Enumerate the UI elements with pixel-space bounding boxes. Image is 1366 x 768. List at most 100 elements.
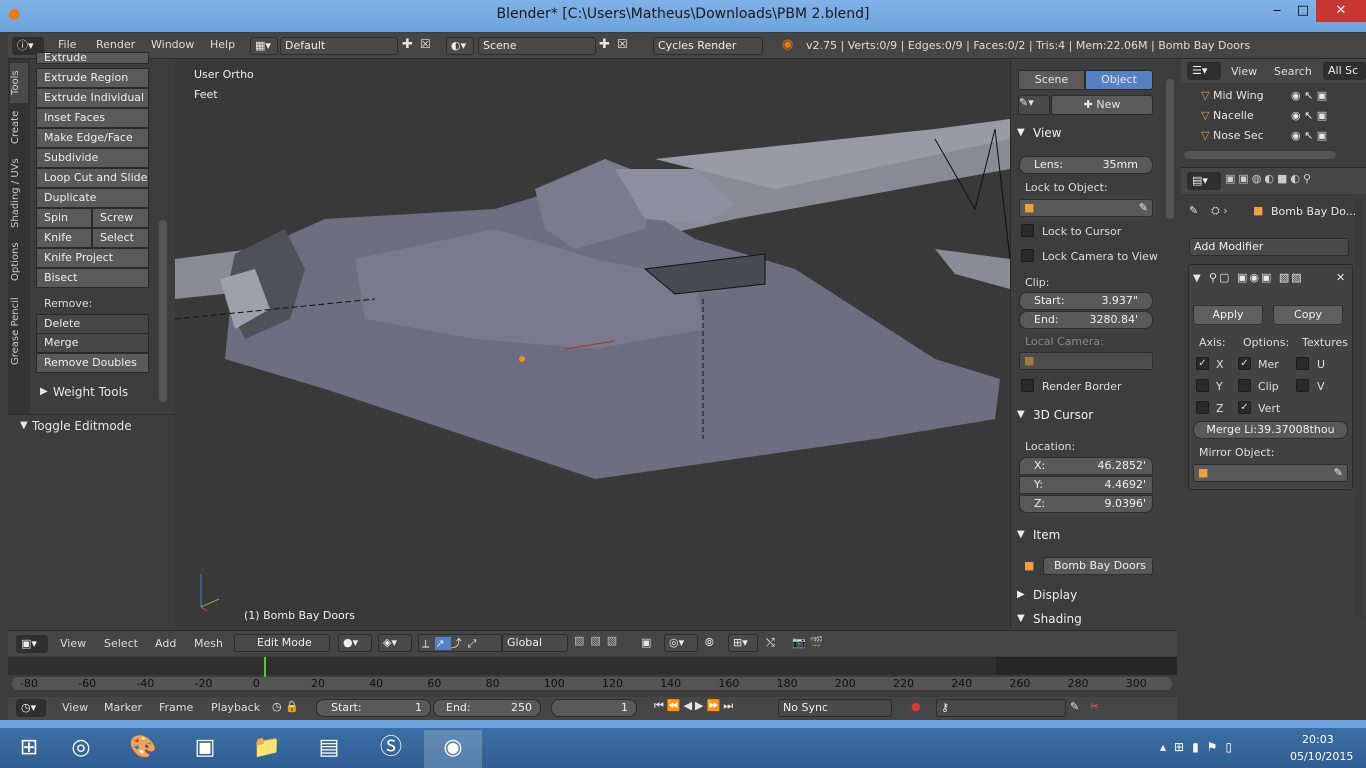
start-frame-field[interactable]: Start: 1 [316, 699, 431, 717]
outliner-row[interactable]: ▽ Mid Wing ◉ ↖ ▣ [1201, 89, 1366, 107]
mode-select[interactable]: Edit Mode [234, 634, 330, 652]
axis-y-checkbox[interactable] [1196, 379, 1209, 392]
tab-shading-uvs[interactable]: Shading / UVs [10, 153, 28, 233]
clipping-checkbox[interactable] [1238, 379, 1251, 392]
menu-help[interactable]: Help [210, 38, 235, 51]
properties-editor-icon[interactable]: ▤▾ [1187, 172, 1221, 190]
3d-editor-icon[interactable]: ▣▾ [16, 635, 48, 653]
maximize-button[interactable]: □ [1290, 0, 1316, 22]
clip-start-field[interactable]: Start: 3.937" [1019, 292, 1153, 310]
transform-orientation-select[interactable]: Global [502, 634, 568, 652]
inset-faces-button[interactable]: Inset Faces [36, 108, 149, 128]
outliner-row[interactable]: ▽ Nacelle ◉ ↖ ▣ [1201, 109, 1366, 127]
grease-pencil-icon[interactable]: ✎▾ [1018, 95, 1050, 115]
merge-checkbox[interactable]: ✓ [1238, 357, 1251, 370]
start-button-icon[interactable]: ⊞ [0, 730, 58, 768]
manipulator-buttons[interactable]: ⟂↗⤴⤢ [418, 634, 502, 652]
delete-keyframe-icon[interactable]: ✂ [1090, 700, 1099, 713]
blender-taskbar-icon[interactable]: ◉ [424, 730, 482, 768]
cursor-z-field[interactable]: Z: 9.0396' [1019, 495, 1153, 513]
cursor-x-field[interactable]: X: 46.2852' [1019, 457, 1153, 475]
tab-create[interactable]: Create [10, 107, 28, 147]
paint-icon[interactable]: 🎨 [114, 730, 172, 768]
new-grease-pencil-button[interactable]: ✚ New [1051, 95, 1153, 115]
3d-cursor-header[interactable]: 3D Cursor [1033, 408, 1093, 422]
modifier-toggle-icons[interactable]: ⚲▢ ▣◉▣ ▧▧ [1209, 271, 1304, 284]
remove-doubles-button[interactable]: Remove Doubles [36, 353, 149, 373]
shading-collapse-icon[interactable]: ▼ [1017, 613, 1025, 624]
add-modifier-select[interactable]: Add Modifier [1189, 238, 1349, 256]
layout-icon[interactable]: ▦▾ [250, 37, 278, 55]
add-layout-icon[interactable]: ✚ [402, 37, 413, 52]
timeline-editor-icon[interactable]: ◷▾ [16, 699, 46, 717]
render-border-checkbox[interactable] [1021, 379, 1034, 392]
lens-field[interactable]: Lens: 35mm [1019, 156, 1153, 174]
eyedropper-icon[interactable]: ✎ [1139, 200, 1148, 216]
scene-icon[interactable]: ◐▾ [446, 37, 474, 55]
snap-toggle-icon[interactable]: ⦾ [705, 636, 714, 650]
weight-tools-header[interactable]: Weight Tools [53, 385, 128, 399]
extrude-button[interactable]: Extrude [36, 52, 149, 64]
axis-x-checkbox[interactable]: ✓ [1196, 357, 1209, 370]
merge-menu[interactable]: Merge [36, 333, 149, 353]
shading-mode-select[interactable]: ●▾ [338, 634, 372, 652]
outliner-view-menu[interactable]: View [1231, 65, 1257, 78]
item-collapse-icon[interactable]: ▼ [1017, 529, 1025, 540]
menu-render[interactable]: Render [96, 38, 135, 51]
tab-options[interactable]: Options [10, 237, 28, 287]
end-frame-field[interactable]: End: 250 [433, 699, 541, 717]
render-buttons-icon[interactable]: 📷🎬 [792, 636, 827, 649]
weight-tools-expand-icon[interactable]: ▶ [40, 386, 48, 397]
preview-range-icon[interactable]: ◷ 🔒 [272, 700, 299, 713]
proportional-edit-select[interactable]: ◎▾ [664, 634, 698, 652]
copy-button[interactable]: Copy [1273, 305, 1343, 325]
clip-end-field[interactable]: End: 3280.84' [1019, 311, 1153, 329]
tab-tools[interactable]: Tools [10, 63, 28, 103]
visibility-eye-icon[interactable]: ◉ ↖ ▣ [1291, 89, 1327, 102]
menu-window[interactable]: Window [151, 38, 194, 51]
duplicate-button[interactable]: Duplicate [36, 188, 149, 208]
lock-camera-checkbox[interactable] [1021, 249, 1034, 262]
timeline-frame-menu[interactable]: Frame [159, 701, 193, 714]
extrude-individual-button[interactable]: Extrude Individual [36, 88, 149, 108]
display-panel-header[interactable]: Display [1033, 588, 1077, 602]
insert-keyframe-icon[interactable]: ✎ [1070, 700, 1079, 713]
remove-scene-icon[interactable]: ☒ [617, 37, 628, 51]
mirror-u-checkbox[interactable] [1296, 357, 1309, 370]
chrome-icon[interactable]: ◎ [52, 730, 110, 768]
mirror-v-checkbox[interactable] [1296, 379, 1309, 392]
menu-view[interactable]: View [60, 637, 86, 650]
merge-limit-field[interactable]: Merge Li:39.37008thou [1193, 421, 1348, 439]
knife-select-button[interactable]: Select [92, 228, 149, 248]
outliner-row[interactable]: ▽ Nose Sec ◉ ↖ ▣ [1201, 129, 1366, 147]
7zip-icon[interactable]: ▤ [300, 730, 358, 768]
loop-cut-button[interactable]: Loop Cut and Slide [36, 168, 149, 188]
item-panel-header[interactable]: Item [1033, 528, 1060, 542]
tab-scene[interactable]: Scene [1018, 70, 1085, 90]
record-keyframe-icon[interactable]: ● [911, 700, 921, 713]
view-panel-header[interactable]: View [1033, 126, 1061, 140]
minimize-button[interactable]: ‒ [1264, 0, 1290, 22]
playback-controls[interactable]: ⏮⏪◀▶⏩⏭ [654, 699, 774, 717]
apply-button[interactable]: Apply [1193, 305, 1263, 325]
menu-select[interactable]: Select [104, 637, 138, 650]
timeline-view-menu[interactable]: View [62, 701, 88, 714]
add-scene-icon[interactable]: ✚ [599, 37, 610, 52]
file-explorer-icon[interactable]: 📁 [238, 730, 296, 768]
modifier-collapse-icon[interactable]: ▼ [1193, 273, 1201, 284]
timeline-marker-menu[interactable]: Marker [104, 701, 142, 714]
tab-grease-pencil[interactable]: Grease Pencil [10, 293, 28, 369]
outliner-search-menu[interactable]: Search [1274, 65, 1312, 78]
screw-button[interactable]: Screw [92, 208, 149, 228]
toggle-editmode-header[interactable]: Toggle Editmode [32, 419, 132, 433]
tray-icons[interactable]: ▴⊞▮⚑▯ [1160, 740, 1240, 754]
sync-mode-select[interactable]: No Sync [778, 699, 892, 717]
subdivide-button[interactable]: Subdivide [36, 148, 149, 168]
timeline[interactable]: -80 -60 -40 -20 0 20 40 60 80 100 120 140 160 180 200 2… [8, 657, 1177, 697]
context-tabs-icons[interactable]: ▣▣◍◐■◐⚲ [1225, 172, 1366, 190]
knife-button[interactable]: Knife [36, 228, 92, 248]
layout-name-field[interactable]: Default [280, 37, 398, 55]
shading-panel-header[interactable]: Shading [1033, 612, 1082, 626]
current-frame-marker[interactable] [264, 657, 266, 677]
properties-scrollbar[interactable] [1355, 198, 1363, 618]
